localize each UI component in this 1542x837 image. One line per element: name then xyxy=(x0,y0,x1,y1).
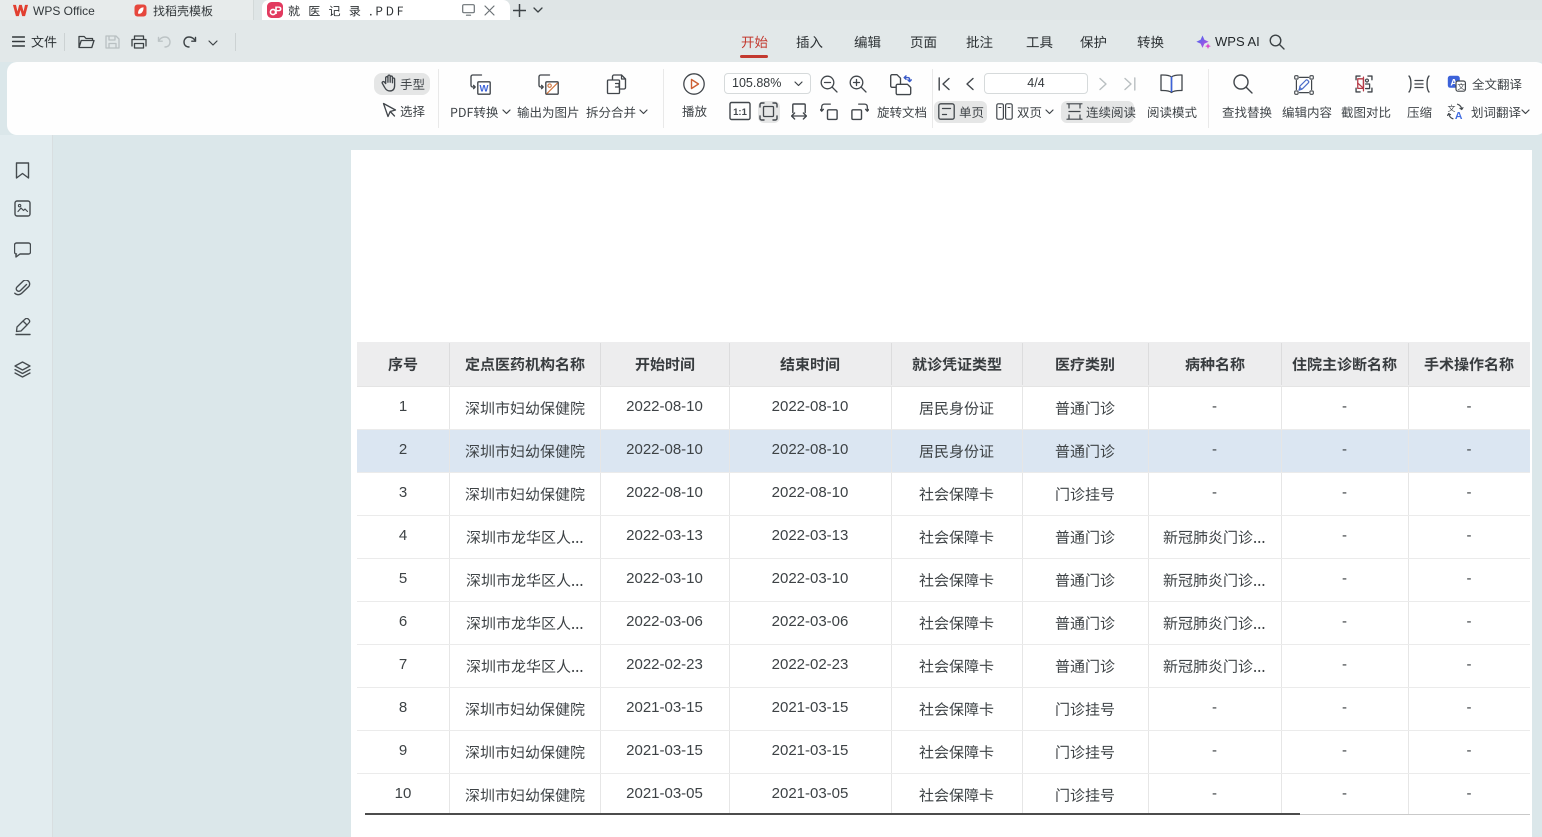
svg-text:P: P xyxy=(274,5,281,17)
svg-text:W: W xyxy=(479,83,488,94)
svg-text:A: A xyxy=(1455,110,1463,120)
svg-text:1:1: 1:1 xyxy=(733,107,747,118)
